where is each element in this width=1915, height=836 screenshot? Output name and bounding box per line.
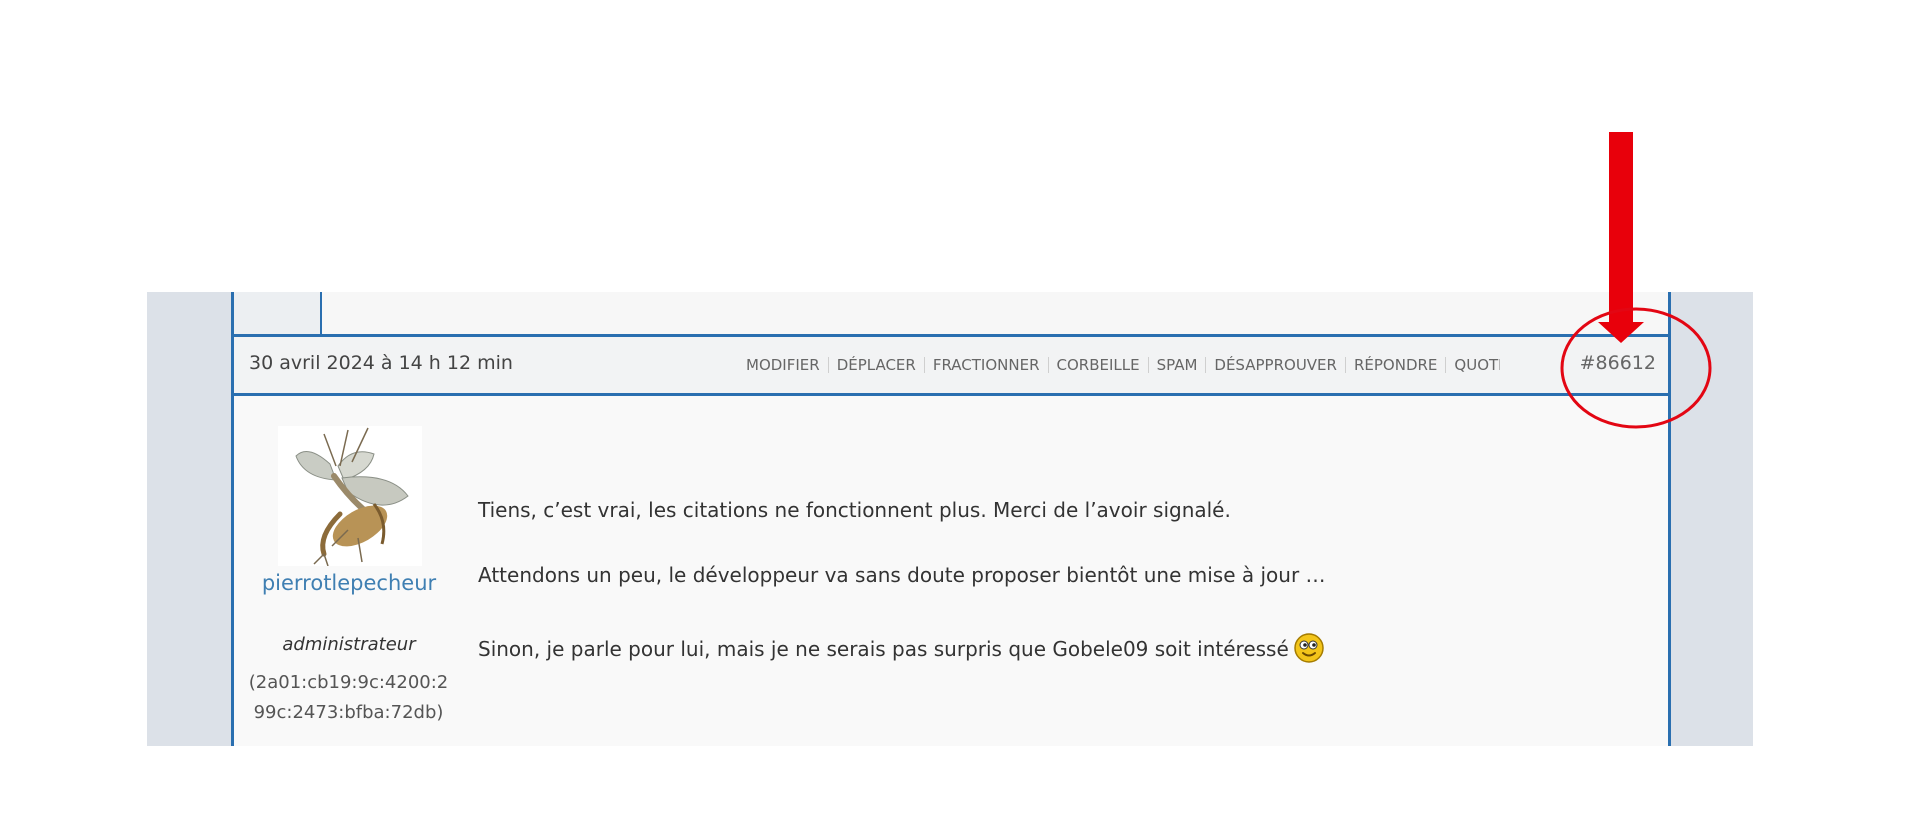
spam-button[interactable]: SPAM xyxy=(1157,356,1198,374)
previous-post-author-cell xyxy=(234,292,322,334)
post-content: Tiens, c’est vrai, les citations ne fonc… xyxy=(478,498,1326,669)
author-name-link[interactable]: pierrotlepecheur xyxy=(254,568,444,599)
action-separator xyxy=(1147,357,1149,373)
move-button[interactable]: DÉPLACER xyxy=(837,356,916,374)
post-number-link[interactable]: #86612 xyxy=(1580,352,1656,374)
quote-button[interactable]: QUOTE xyxy=(1454,356,1500,374)
post-paragraph-with-smiley: Sinon, je parle pour lui, mais je ne ser… xyxy=(478,632,1326,669)
action-separator xyxy=(1047,357,1049,373)
post-header: 30 avril 2024 à 14 h 12 min MODIFIER DÉP… xyxy=(231,334,1671,396)
quote-button-clip: QUOTE xyxy=(1454,356,1500,374)
post-date: 30 avril 2024 à 14 h 12 min xyxy=(249,352,513,374)
post-paragraph: Tiens, c’est vrai, les citations ne fonc… xyxy=(478,498,1231,522)
author-role: administrateur xyxy=(282,634,416,655)
post-actions: MODIFIER DÉPLACER FRACTIONNER CORBEILLE … xyxy=(746,356,1500,374)
mayfly-avatar-image xyxy=(278,426,422,567)
modify-button[interactable]: MODIFIER xyxy=(746,356,820,374)
action-separator xyxy=(827,357,829,373)
trash-button[interactable]: CORBEILLE xyxy=(1057,356,1140,374)
action-separator xyxy=(1445,357,1447,373)
author-avatar[interactable] xyxy=(278,426,422,567)
author-ip: (2a01:cb19:9c:4200:299c:2473:bfba:72db) xyxy=(248,672,449,723)
action-separator xyxy=(1344,357,1346,373)
forum-post-panel: 30 avril 2024 à 14 h 12 min MODIFIER DÉP… xyxy=(231,292,1671,746)
unapprove-button[interactable]: DÉSAPPROUVER xyxy=(1214,356,1337,374)
reply-button[interactable]: RÉPONDRE xyxy=(1354,356,1437,374)
action-separator xyxy=(923,357,925,373)
action-separator xyxy=(1205,357,1207,373)
post-paragraph-text: Sinon, je parle pour lui, mais je ne ser… xyxy=(478,637,1289,661)
post-paragraph: Attendons un peu, le développeur va sans… xyxy=(478,563,1326,587)
wink-smiley-icon xyxy=(1293,632,1325,669)
split-button[interactable]: FRACTIONNER xyxy=(933,356,1040,374)
previous-post-strip xyxy=(234,292,1668,334)
